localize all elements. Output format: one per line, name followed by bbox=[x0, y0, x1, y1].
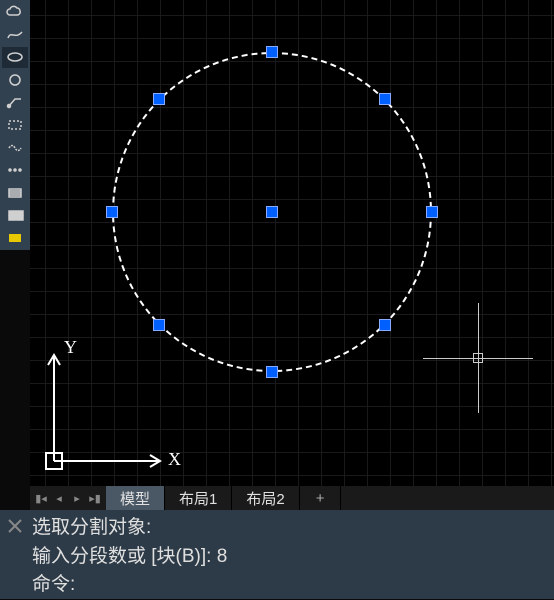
left-toolbar bbox=[0, 0, 30, 250]
tab-layout1[interactable]: 布局1 bbox=[165, 486, 232, 510]
grid-icon[interactable] bbox=[2, 205, 28, 226]
properties-icon[interactable] bbox=[2, 227, 28, 248]
cloud-icon[interactable] bbox=[2, 2, 28, 23]
command-line-panel: 选取分割对象: 输入分段数或 [块(B)]: 8 命令: bbox=[0, 510, 554, 599]
grip-center[interactable] bbox=[266, 206, 278, 218]
grip-point[interactable] bbox=[379, 319, 391, 331]
command-history-line: 选取分割对象: bbox=[32, 514, 548, 543]
tab-add-button[interactable]: + bbox=[300, 486, 342, 510]
grip-point[interactable] bbox=[153, 93, 165, 105]
grip-point[interactable] bbox=[426, 206, 438, 218]
tab-first-button[interactable]: ▮◂ bbox=[32, 487, 50, 509]
hatch-icon[interactable] bbox=[2, 182, 28, 203]
tab-prev-button[interactable]: ◂ bbox=[50, 487, 68, 509]
freeform-icon[interactable] bbox=[2, 137, 28, 158]
grip-point[interactable] bbox=[106, 206, 118, 218]
leader-icon[interactable] bbox=[2, 92, 28, 113]
tab-next-button[interactable]: ▸ bbox=[68, 487, 86, 509]
grip-point[interactable] bbox=[153, 319, 165, 331]
dots-icon[interactable] bbox=[2, 160, 28, 181]
command-prompt[interactable]: 命令: bbox=[32, 571, 548, 600]
command-history-line: 输入分段数或 [块(B)]: 8 bbox=[32, 543, 548, 572]
circle-icon[interactable] bbox=[2, 70, 28, 91]
grip-point[interactable] bbox=[379, 93, 391, 105]
close-icon[interactable] bbox=[6, 516, 24, 534]
rect-dashed-icon[interactable] bbox=[2, 115, 28, 136]
tab-last-button[interactable]: ▸▮ bbox=[86, 487, 104, 509]
tab-model[interactable]: 模型 bbox=[106, 486, 165, 510]
ellipse-icon[interactable] bbox=[2, 47, 28, 68]
tab-nav-controls: ▮◂ ◂ ▸ ▸▮ bbox=[30, 486, 106, 510]
grip-point[interactable] bbox=[266, 46, 278, 58]
tab-layout2[interactable]: 布局2 bbox=[232, 486, 299, 510]
drawing-canvas[interactable]: Y X bbox=[30, 0, 554, 486]
grip-point[interactable] bbox=[266, 366, 278, 378]
spline-icon[interactable] bbox=[2, 25, 28, 46]
layout-tab-bar: ▮◂ ◂ ▸ ▸▮ 模型 布局1 布局2 + bbox=[30, 486, 554, 510]
